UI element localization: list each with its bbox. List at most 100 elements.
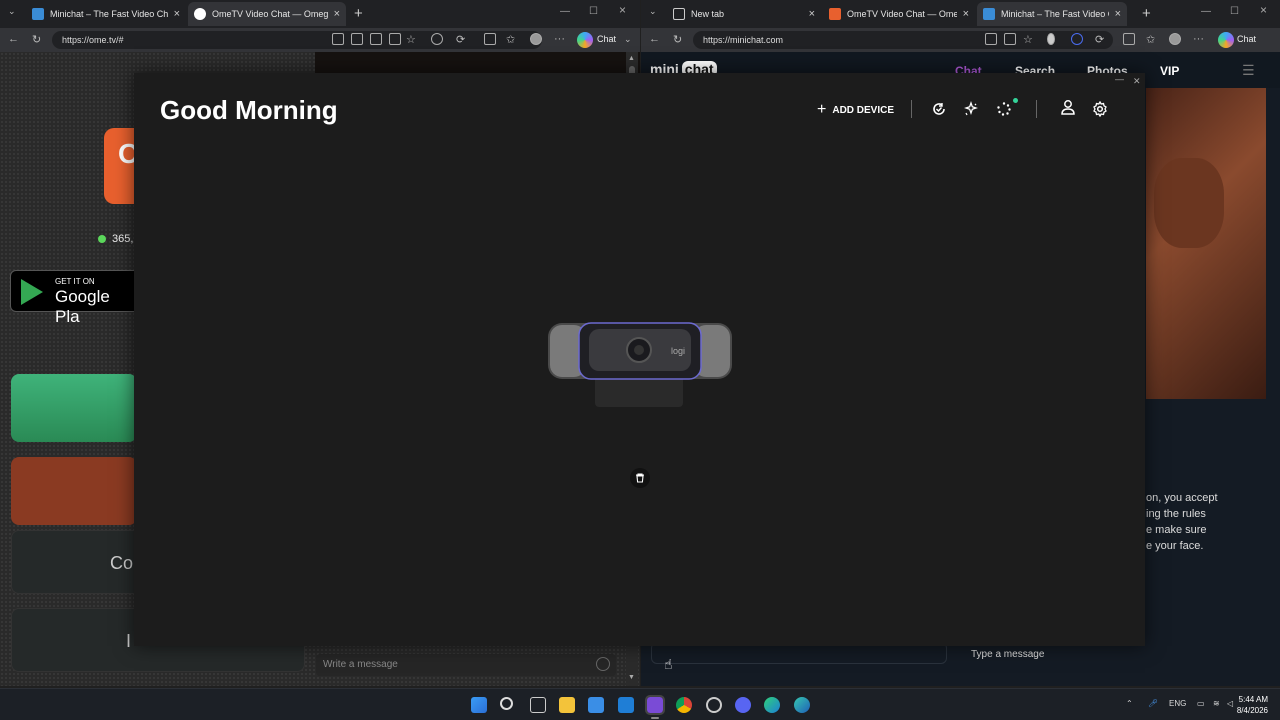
file-explorer-icon[interactable] bbox=[559, 697, 575, 713]
add-device-button[interactable]: + ADD DEVICE bbox=[817, 101, 894, 119]
reader-icon[interactable] bbox=[1004, 33, 1016, 45]
new-tab-button[interactable]: + bbox=[1142, 5, 1151, 22]
extensions-icon[interactable] bbox=[1123, 33, 1135, 45]
refresh-check-icon[interactable] bbox=[931, 101, 947, 117]
windows-start-icon[interactable] bbox=[471, 697, 487, 713]
search-icon[interactable] bbox=[500, 697, 513, 710]
tab-list-icon[interactable]: ⌄ bbox=[8, 6, 16, 17]
favorites-icon[interactable]: ✩ bbox=[1146, 33, 1155, 46]
volume-icon[interactable]: ◁ bbox=[1227, 699, 1233, 708]
eye-off-icon[interactable] bbox=[370, 33, 382, 45]
minichat-message-placeholder[interactable]: Type a message bbox=[971, 649, 1044, 660]
tab-newtab[interactable]: New tab × bbox=[667, 2, 821, 26]
close-tab-icon[interactable]: × bbox=[174, 8, 180, 20]
scroll-up-icon[interactable]: ▲ bbox=[628, 55, 635, 62]
address-bar: ← ↻ https://minichat.com ☆ ⟳ ✩ ··· Chat bbox=[641, 28, 1280, 52]
url-text: https://ome.tv/# bbox=[62, 35, 124, 45]
chat-label[interactable]: Chat bbox=[1237, 34, 1256, 44]
back-icon[interactable]: ← bbox=[649, 33, 660, 45]
extension-icon[interactable] bbox=[431, 33, 443, 45]
webcam-device-image[interactable]: logi bbox=[547, 321, 733, 411]
tab-ometv[interactable]: OmeTV Video Chat — Omegle R × bbox=[823, 2, 975, 26]
menu-icon[interactable]: ☰ bbox=[1242, 62, 1255, 79]
gplay-big-text: Google Pla bbox=[55, 287, 110, 326]
google-play-badge[interactable]: GET IT ON Google Pla bbox=[10, 270, 140, 326]
tab-minichat[interactable]: Minichat – The Fast Video Chat × bbox=[26, 2, 186, 26]
sync-icon[interactable]: ⟳ bbox=[456, 33, 465, 46]
camera-icon[interactable] bbox=[332, 33, 344, 45]
divider bbox=[1036, 100, 1037, 118]
wifi-icon[interactable]: ≋ bbox=[1213, 699, 1220, 708]
profile-icon[interactable] bbox=[530, 33, 542, 45]
microphone-icon[interactable]: 🎤︎ bbox=[1148, 699, 1158, 708]
minimize-button[interactable]: — bbox=[1115, 74, 1124, 84]
tab-title: Minichat – The Fast Video Chat bbox=[50, 9, 168, 19]
remove-device-button[interactable] bbox=[630, 468, 650, 488]
minimize-button[interactable]: — bbox=[1201, 6, 1211, 17]
chat-label[interactable]: Chat bbox=[597, 34, 616, 44]
maximize-button[interactable]: ☐ bbox=[1230, 6, 1239, 17]
close-window-button[interactable]: × bbox=[1260, 3, 1267, 17]
discord-icon[interactable] bbox=[735, 697, 751, 713]
stop-button[interactable] bbox=[11, 457, 137, 525]
edge-dev-icon[interactable] bbox=[794, 697, 810, 713]
user-icon[interactable] bbox=[1060, 99, 1076, 115]
mouse-cursor: ☝ bbox=[664, 656, 673, 672]
store-icon[interactable] bbox=[588, 697, 604, 713]
extension-icon[interactable] bbox=[1071, 33, 1083, 45]
sparkle-icon[interactable] bbox=[963, 101, 979, 117]
refresh-icon[interactable]: ↻ bbox=[673, 33, 682, 46]
more-icon[interactable]: ··· bbox=[1193, 33, 1204, 45]
url-field[interactable]: https://ome.tv/# bbox=[52, 31, 542, 49]
chevron-up-icon[interactable]: ⌃ bbox=[1126, 699, 1133, 708]
favorite-icon[interactable]: ☆ bbox=[406, 33, 416, 46]
more-icon[interactable]: ··· bbox=[554, 33, 565, 45]
emoji-icon[interactable] bbox=[596, 657, 610, 671]
ometv-message-input[interactable]: Write a message bbox=[316, 654, 616, 676]
favorite-icon[interactable]: ☆ bbox=[1023, 33, 1033, 46]
profile-icon[interactable] bbox=[1169, 33, 1181, 45]
copilot-icon[interactable] bbox=[577, 32, 593, 48]
close-window-button[interactable]: × bbox=[619, 3, 626, 17]
tab-ometv[interactable]: OmeTV Video Chat — Omegle × bbox=[188, 2, 346, 26]
minimize-button[interactable]: — bbox=[560, 6, 570, 17]
nav-vip[interactable]: VIP bbox=[1160, 64, 1179, 78]
camera-icon[interactable] bbox=[985, 33, 997, 45]
loading-dots-icon[interactable] bbox=[996, 101, 1012, 117]
sync-icon[interactable]: ⟳ bbox=[1095, 33, 1104, 46]
close-tab-icon[interactable]: × bbox=[809, 8, 815, 20]
back-icon[interactable]: ← bbox=[8, 33, 19, 45]
online-count: 365, bbox=[112, 233, 134, 245]
favorites-icon[interactable]: ✩ bbox=[506, 33, 515, 46]
gear-icon[interactable] bbox=[1092, 101, 1108, 117]
shield-icon[interactable] bbox=[1047, 33, 1055, 45]
tool-icon[interactable] bbox=[706, 697, 722, 713]
refresh-icon[interactable]: ↻ bbox=[32, 33, 41, 46]
reader-icon[interactable] bbox=[389, 33, 401, 45]
app-icon[interactable] bbox=[645, 695, 665, 719]
edge-icon[interactable] bbox=[764, 697, 780, 713]
copilot-icon[interactable] bbox=[1218, 32, 1234, 48]
clock[interactable]: 5:44 AM 8/4/2026 bbox=[1234, 694, 1268, 716]
close-tab-icon[interactable]: × bbox=[963, 8, 969, 20]
chevron-down-icon[interactable]: ⌄ bbox=[624, 34, 632, 45]
start-button[interactable] bbox=[11, 374, 137, 442]
close-tab-icon[interactable]: × bbox=[334, 8, 340, 20]
scroll-down-icon[interactable]: ▼ bbox=[628, 674, 635, 681]
language-indicator[interactable]: ENG bbox=[1169, 699, 1186, 708]
monitor-icon[interactable]: ▭ bbox=[1197, 699, 1205, 708]
device-brand: logi bbox=[671, 346, 685, 356]
chrome-icon[interactable] bbox=[676, 697, 692, 713]
mail-icon[interactable] bbox=[618, 697, 634, 713]
new-tab-button[interactable]: + bbox=[354, 5, 363, 22]
tab-minichat[interactable]: Minichat – The Fast Video Ch × bbox=[977, 2, 1127, 26]
apps-icon[interactable] bbox=[351, 33, 363, 45]
close-tab-icon[interactable]: × bbox=[1115, 8, 1121, 20]
rules-line: on, you accept bbox=[1146, 492, 1218, 504]
tab-list-icon[interactable]: ⌄ bbox=[649, 6, 657, 17]
task-view-icon[interactable] bbox=[530, 697, 546, 713]
minichat-favicon-icon bbox=[32, 8, 44, 20]
close-button[interactable]: ✕ bbox=[1133, 76, 1141, 87]
maximize-button[interactable]: ☐ bbox=[589, 6, 598, 17]
extensions-icon[interactable] bbox=[484, 33, 496, 45]
